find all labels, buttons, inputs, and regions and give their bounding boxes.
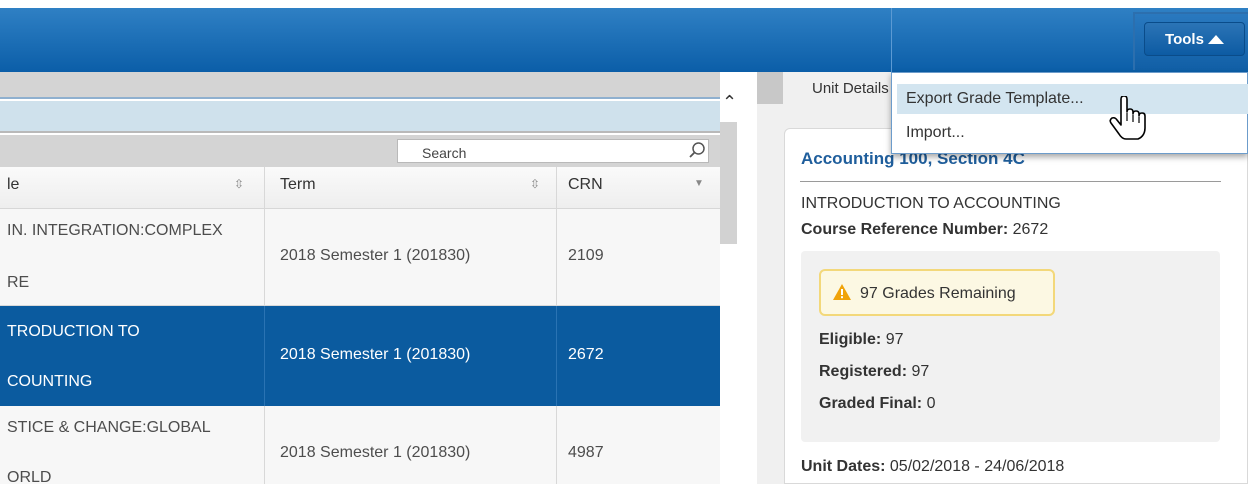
registered-label: Registered: — [819, 363, 908, 380]
registered-stat: Registered: 97 — [819, 363, 929, 381]
row-crn: 4987 — [568, 444, 604, 461]
unit-dates-value: 05/02/2018 - 24/06/2018 — [889, 458, 1065, 475]
column-separator — [556, 209, 557, 306]
column-separator — [264, 306, 265, 406]
column-separator — [556, 406, 557, 484]
header-divider — [891, 8, 892, 72]
grid-toolbar — [0, 72, 720, 99]
grades-remaining-text: 97 Grades Remaining — [860, 285, 1016, 302]
row-crn: 2672 — [568, 346, 604, 363]
row-term: 2018 Semester 1 (201830) — [280, 346, 471, 363]
row-title-line: IN. INTEGRATION:COMPLEX — [7, 222, 223, 239]
hand-pointer-icon — [1109, 96, 1146, 140]
table-header — [0, 167, 720, 209]
graded-final-label: Graded Final: — [819, 395, 923, 412]
unit-dates: Unit Dates: 05/02/2018 - 24/06/2018 — [801, 458, 1064, 476]
row-term: 2018 Semester 1 (201830) — [280, 247, 471, 264]
column-separator — [556, 167, 557, 209]
graded-final-stat: Graded Final: 0 — [819, 395, 935, 413]
table-row[interactable]: IN. INTEGRATION:COMPLEX RE 2018 Semester… — [0, 209, 720, 306]
search-placeholder: Search — [422, 145, 467, 161]
column-header-term[interactable]: Term — [280, 176, 316, 194]
grid-filter-bar — [0, 101, 720, 133]
column-separator — [264, 209, 265, 306]
details-tab-stub — [757, 72, 783, 106]
row-term: 2018 Semester 1 (201830) — [280, 444, 471, 461]
crn-value: 2672 — [1012, 221, 1049, 238]
column-separator — [264, 167, 265, 209]
row-title-line: COUNTING — [7, 373, 93, 390]
graded-final-value: 0 — [926, 395, 936, 412]
row-crn: 2109 — [568, 247, 604, 264]
search-icon[interactable] — [688, 141, 706, 159]
caret-up-icon — [1207, 34, 1224, 44]
course-title: INTRODUCTION TO ACCOUNTING — [801, 195, 1061, 212]
warning-icon — [833, 284, 851, 300]
row-title-line: ORLD — [7, 469, 52, 484]
crn-label: Course Reference Number: — [801, 221, 1009, 238]
tools-button-label: Tools — [1165, 30, 1204, 48]
sort-icon[interactable]: ⇳ — [530, 177, 540, 191]
sort-icon[interactable]: ⇳ — [234, 177, 244, 191]
eligible-stat: Eligible: 97 — [819, 331, 903, 349]
crn-line: Course Reference Number: 2672 — [801, 221, 1048, 239]
eligible-value: 97 — [885, 331, 904, 348]
registered-value: 97 — [911, 363, 930, 380]
table-row[interactable]: STICE & CHANGE:GLOBAL ORLD 2018 Semester… — [0, 406, 720, 484]
table-row-selected[interactable]: TRODUCTION TO COUNTING 2018 Semester 1 (… — [0, 306, 720, 406]
column-separator — [556, 306, 557, 406]
scrollbar-thumb[interactable] — [720, 122, 737, 244]
tab-unit-details[interactable]: Unit Details — [812, 80, 889, 97]
row-title-line: STICE & CHANGE:GLOBAL — [7, 419, 211, 436]
row-title-line: TRODUCTION TO — [7, 323, 140, 340]
column-separator — [264, 406, 265, 484]
tools-menu-button[interactable]: Tools — [1144, 22, 1245, 56]
menu-item-import[interactable]: Import... — [906, 124, 965, 142]
eligible-label: Eligible: — [819, 331, 882, 348]
column-header-title[interactable]: le — [7, 176, 19, 194]
heading-divider — [800, 181, 1221, 182]
panel-splitter[interactable] — [737, 72, 757, 484]
column-header-crn[interactable]: CRN — [568, 176, 603, 194]
sort-desc-icon[interactable]: ▼ — [694, 178, 704, 189]
unit-dates-label: Unit Dates: — [801, 458, 886, 475]
app-header — [0, 8, 1248, 72]
menu-item-export-grade-template[interactable]: Export Grade Template... — [906, 90, 1084, 108]
scroll-up-icon[interactable]: ⌃ — [722, 92, 737, 113]
row-title-line: RE — [7, 274, 30, 291]
